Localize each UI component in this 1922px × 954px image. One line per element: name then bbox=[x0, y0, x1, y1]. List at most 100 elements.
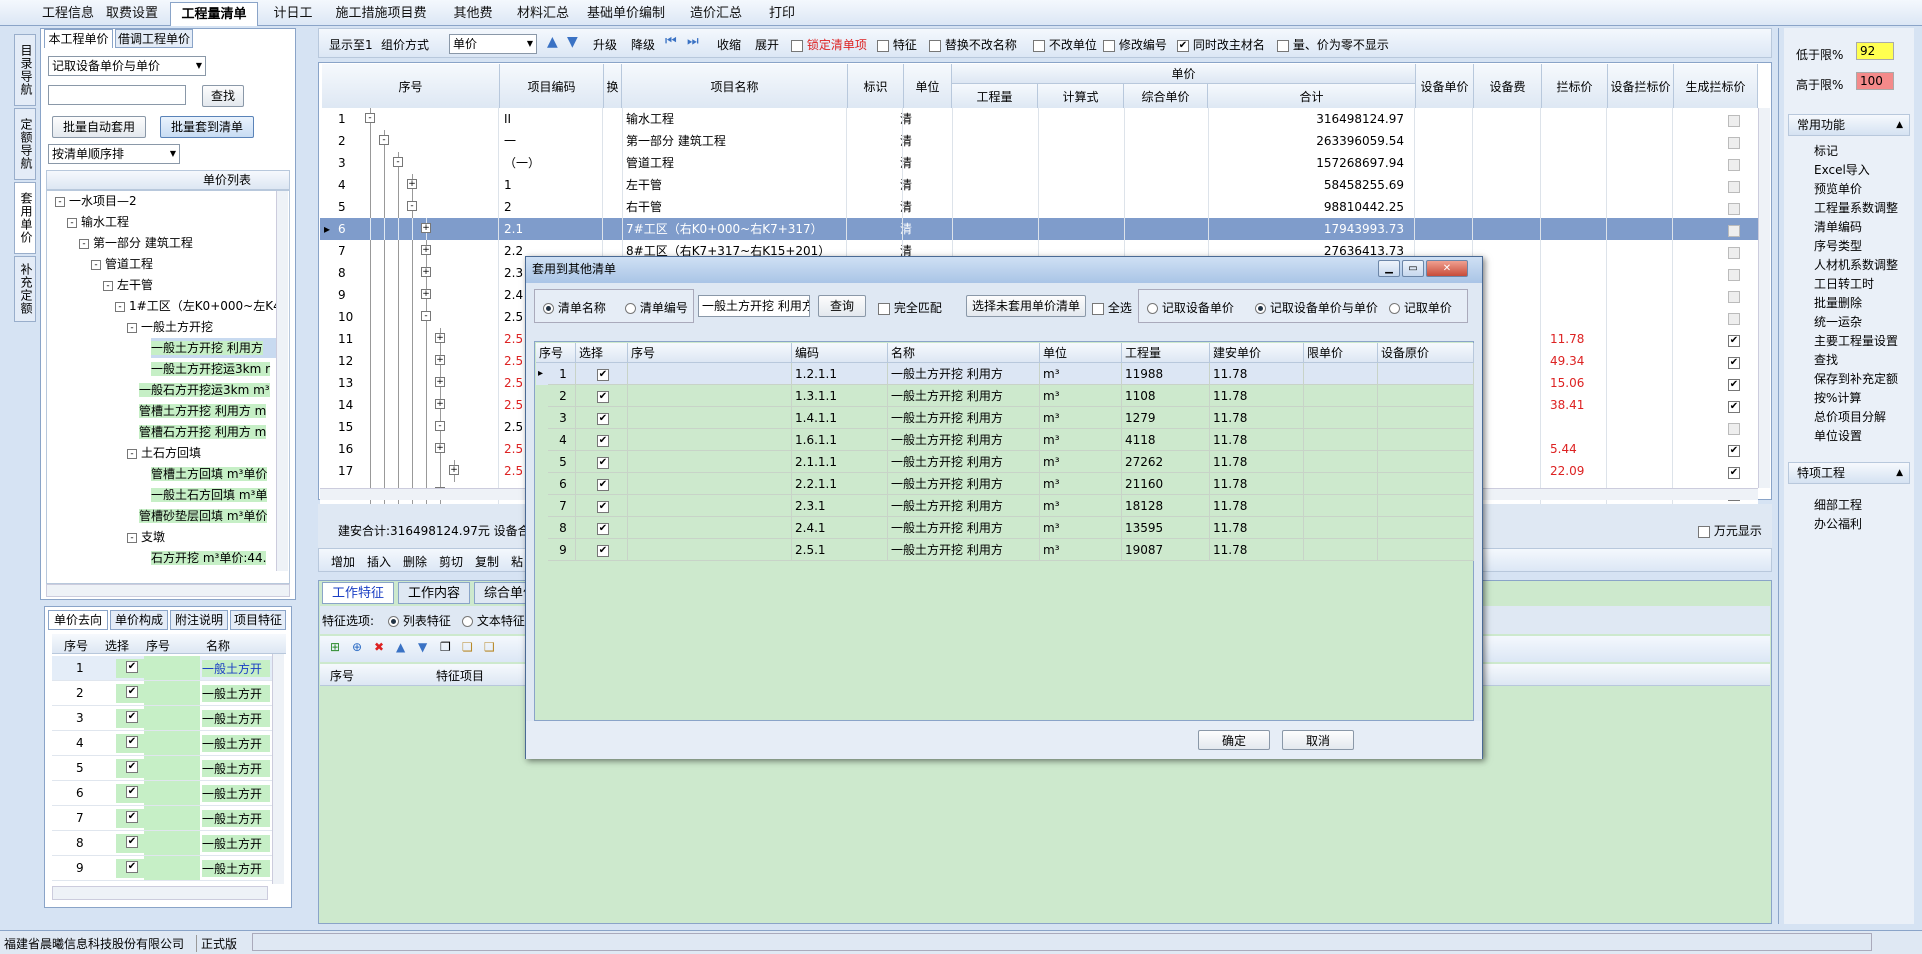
tree-node[interactable]: - 土石方回填 bbox=[127, 443, 283, 463]
dialog-table-row[interactable]: 3 1.4.1.1一般土方开挖 利用方m³127911.78 bbox=[536, 407, 1474, 429]
row-down-icon[interactable]: ▼ bbox=[418, 640, 427, 654]
price-mode-select[interactable]: 记取设备单价与单价 bbox=[48, 56, 206, 76]
tree-toggle-icon[interactable]: - bbox=[115, 301, 125, 312]
move-up-icon[interactable]: ▲ bbox=[547, 34, 558, 50]
grid-row[interactable]: 3- （一） 管道工程清 157268697.94 bbox=[320, 152, 1758, 174]
dialog-row-select-checkbox[interactable] bbox=[576, 473, 628, 495]
clipboard-icon[interactable]: ❑ bbox=[484, 640, 495, 654]
show-level-dropdown[interactable]: 显示至1 bbox=[329, 36, 373, 53]
tree-toggle-icon[interactable]: - bbox=[127, 448, 137, 459]
common-functions-header[interactable]: 常用功能 ▲ bbox=[1788, 114, 1910, 136]
common-function-item[interactable]: Excel导入 bbox=[1814, 161, 1870, 180]
gen-ceiling-checkbox[interactable] bbox=[1728, 157, 1740, 171]
tree-node[interactable]: - 左干管 bbox=[103, 275, 283, 295]
common-function-item[interactable]: 保存到补充定额 bbox=[1814, 370, 1898, 389]
dialog-row-select-checkbox[interactable] bbox=[576, 429, 628, 451]
gen-ceiling-checkbox[interactable] bbox=[1728, 223, 1740, 237]
common-function-item[interactable]: 清单编码 bbox=[1814, 218, 1862, 237]
row-up-icon[interactable]: ▲ bbox=[396, 640, 405, 654]
table-row[interactable]: 5 一般土方开 bbox=[52, 756, 272, 781]
top-tab-4[interactable]: 施工措施项目费 bbox=[324, 2, 438, 26]
dialog-table-row[interactable]: 5 2.1.1.1一般土方开挖 利用方m³2726211.78 bbox=[536, 451, 1474, 473]
edit-action-3[interactable]: 剪切 bbox=[439, 553, 463, 570]
dialog-row-select-checkbox[interactable] bbox=[576, 407, 628, 429]
collapse-icon[interactable]: ▲ bbox=[1896, 463, 1903, 483]
gen-ceiling-checkbox[interactable] bbox=[1728, 443, 1740, 457]
common-function-item[interactable]: 批量删除 bbox=[1814, 294, 1862, 313]
edit-action-5[interactable]: 粘 bbox=[511, 553, 523, 570]
tree-node[interactable]: 一般土石方回填 m³单 bbox=[151, 485, 283, 505]
row-toggle-icon[interactable]: - bbox=[407, 201, 417, 211]
top-tab-3[interactable]: 计日工 bbox=[264, 2, 322, 26]
top-tab-1[interactable]: 取费设置 bbox=[98, 2, 166, 26]
first-icon[interactable]: ⏮ bbox=[665, 34, 677, 49]
tree-toggle-icon[interactable]: - bbox=[55, 196, 65, 207]
grid-row[interactable]: ▸ 6 +2.1 7#工区（右K0+000~右K7+317）清 17943993.73 bbox=[320, 218, 1758, 240]
dialog-row-select-checkbox[interactable] bbox=[576, 495, 628, 517]
table-row[interactable]: 2 一般土方开 bbox=[52, 681, 272, 706]
main-material-checkbox[interactable]: 同时改主材名 bbox=[1177, 36, 1265, 53]
add-row-icon[interactable]: ⊞ bbox=[330, 640, 340, 654]
table-row[interactable]: 8 一般土方开 bbox=[52, 831, 272, 856]
batch-auto-apply-button[interactable]: 批量自动套用 bbox=[52, 116, 146, 138]
dialog-table-row[interactable]: 4 1.6.1.1一般土方开挖 利用方m³411811.78 bbox=[536, 429, 1474, 451]
replace-name-checkbox[interactable]: 替换不改名称 bbox=[929, 36, 1017, 53]
common-function-item[interactable]: 序号类型 bbox=[1814, 237, 1862, 256]
gen-ceiling-checkbox[interactable] bbox=[1728, 377, 1740, 391]
edit-action-4[interactable]: 复制 bbox=[475, 553, 499, 570]
collapse-icon[interactable]: ▲ bbox=[1896, 115, 1903, 135]
gen-ceiling-checkbox[interactable] bbox=[1728, 113, 1740, 127]
tree-node[interactable]: - 管道工程 bbox=[91, 254, 283, 274]
gen-ceiling-checkbox[interactable] bbox=[1728, 333, 1740, 347]
common-function-item[interactable]: 查找 bbox=[1814, 351, 1838, 370]
row-toggle-icon[interactable]: + bbox=[435, 377, 445, 387]
tree-node[interactable]: - 第一部分 建筑工程 bbox=[79, 233, 283, 253]
top-tab-2[interactable]: 工程量清单 bbox=[170, 2, 258, 26]
tree-node[interactable]: - 输水工程 bbox=[67, 212, 283, 232]
dialog-row-select-checkbox[interactable] bbox=[576, 385, 628, 407]
paste-icon[interactable]: ❏ bbox=[462, 640, 473, 654]
tree-node[interactable]: 管槽土方开挖 利用方 m bbox=[139, 401, 283, 421]
minimize-icon[interactable]: ▁ bbox=[1378, 260, 1400, 277]
feature-checkbox[interactable]: 特征 bbox=[877, 36, 917, 53]
hide-zero-checkbox[interactable]: 量、价为零不显示 bbox=[1277, 36, 1389, 53]
row-toggle-icon[interactable]: - bbox=[379, 135, 389, 145]
tree-toggle-icon[interactable]: - bbox=[67, 217, 77, 228]
row-toggle-icon[interactable]: + bbox=[435, 333, 445, 343]
exact-match-checkbox[interactable]: 完全匹配 bbox=[878, 299, 942, 316]
common-function-item[interactable]: 标记 bbox=[1814, 142, 1838, 161]
lock-list-checkbox[interactable]: 锁定清单项 bbox=[791, 36, 867, 53]
vtab-apply-price[interactable]: 套用单价 bbox=[14, 182, 36, 254]
special-works-item[interactable]: 细部工程 bbox=[1814, 496, 1862, 515]
row-toggle-icon[interactable]: - bbox=[421, 311, 431, 321]
dialog-row-select-checkbox[interactable] bbox=[576, 517, 628, 539]
tree-node[interactable]: - 一水项目—2 bbox=[55, 191, 283, 211]
tab-this-project-price[interactable]: 本工程单价 bbox=[44, 29, 113, 48]
row-toggle-icon[interactable]: + bbox=[421, 245, 431, 255]
tree-hscrollbar[interactable] bbox=[46, 584, 290, 597]
upgrade-button[interactable]: 升级 bbox=[593, 36, 617, 53]
common-function-item[interactable]: 工日转工时 bbox=[1814, 275, 1874, 294]
common-function-item[interactable]: 主要工程量设置 bbox=[1814, 332, 1898, 351]
keep-unit-checkbox[interactable]: 不改单位 bbox=[1033, 36, 1097, 53]
tree-node[interactable]: - 一般土方开挖 bbox=[127, 317, 283, 337]
table-row[interactable]: 3 一般土方开 bbox=[52, 706, 272, 731]
tree-node[interactable]: 石方开挖 m³单价:44. bbox=[151, 548, 283, 568]
grid-vscrollbar[interactable] bbox=[1758, 108, 1770, 488]
left-bottom-tab-2[interactable]: 附注说明 bbox=[170, 610, 228, 630]
delete-row-icon[interactable]: ✖ bbox=[374, 640, 384, 654]
radio-list-name[interactable]: 清单名称 bbox=[543, 299, 606, 316]
table-row[interactable]: 1 一般土方开 bbox=[52, 656, 272, 681]
top-tab-0[interactable]: 工程信息 bbox=[40, 2, 96, 26]
select-unused-button[interactable]: 选择未套用单价清单 bbox=[966, 295, 1086, 317]
common-function-item[interactable]: 总价项目分解 bbox=[1814, 408, 1886, 427]
tree-search-button[interactable]: 查找 bbox=[202, 85, 244, 107]
grid-row[interactable]: 4 +1 左干管清 58458255.69 bbox=[320, 174, 1758, 196]
maximize-icon[interactable]: ▭ bbox=[1402, 260, 1424, 277]
dialog-table-row[interactable]: 6 2.2.1.1一般土方开挖 利用方m³2116011.78 bbox=[536, 473, 1474, 495]
tree-node[interactable]: 管槽砂垫层回填 m³单价 bbox=[139, 506, 283, 526]
row-toggle-icon[interactable]: + bbox=[421, 223, 431, 233]
radio-eq-and-price[interactable]: 记取设备单价与单价 bbox=[1255, 299, 1378, 316]
special-works-header[interactable]: 特项工程 ▲ bbox=[1788, 462, 1910, 484]
edit-code-checkbox[interactable]: 修改编号 bbox=[1103, 36, 1167, 53]
